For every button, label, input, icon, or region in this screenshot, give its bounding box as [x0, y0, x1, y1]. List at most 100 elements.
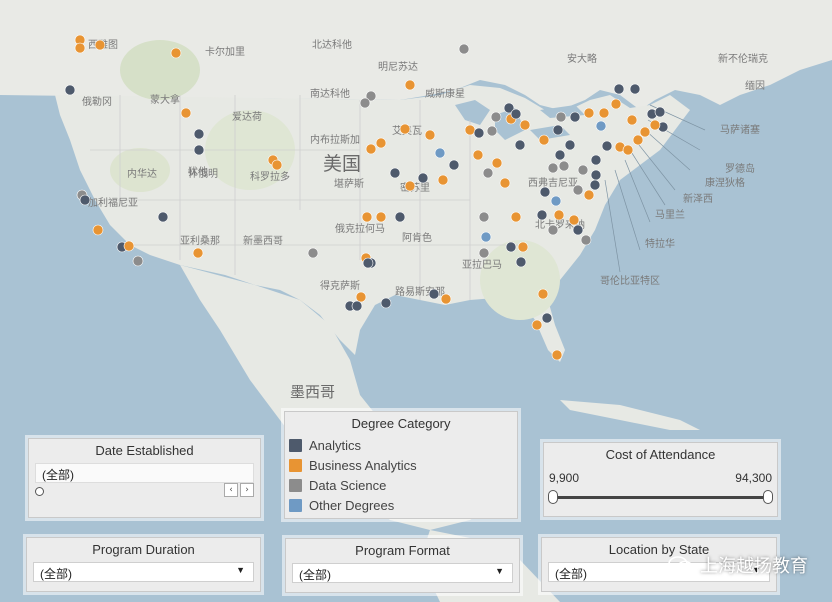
school-marker[interactable]	[74, 42, 86, 54]
school-marker[interactable]	[193, 144, 205, 156]
school-marker[interactable]	[94, 39, 106, 51]
school-marker[interactable]	[428, 288, 440, 300]
school-marker[interactable]	[547, 224, 559, 236]
school-marker[interactable]	[580, 234, 592, 246]
school-marker[interactable]	[271, 159, 283, 171]
cost-slider-track[interactable]	[554, 496, 767, 499]
school-marker[interactable]	[649, 119, 661, 131]
school-marker[interactable]	[598, 107, 610, 119]
school-marker[interactable]	[654, 106, 666, 118]
school-marker[interactable]	[601, 140, 613, 152]
school-marker[interactable]	[424, 129, 436, 141]
school-marker[interactable]	[505, 241, 517, 253]
school-marker[interactable]	[472, 149, 484, 161]
cost-slider-min-handle[interactable]	[548, 490, 558, 504]
school-marker[interactable]	[552, 124, 564, 136]
school-marker[interactable]	[440, 293, 452, 305]
school-marker[interactable]	[132, 255, 144, 267]
school-marker[interactable]	[365, 143, 377, 155]
legend-item-business-analytics[interactable]: Business Analytics	[289, 455, 517, 475]
school-marker[interactable]	[569, 111, 581, 123]
school-marker[interactable]	[79, 194, 91, 206]
school-marker[interactable]	[362, 257, 374, 269]
school-marker[interactable]	[537, 288, 549, 300]
school-marker[interactable]	[64, 84, 76, 96]
school-marker[interactable]	[499, 177, 511, 189]
school-marker[interactable]	[531, 319, 543, 331]
school-marker[interactable]	[577, 164, 589, 176]
school-marker[interactable]	[486, 125, 498, 137]
school-marker[interactable]	[482, 167, 494, 179]
school-marker[interactable]	[610, 98, 622, 110]
cost-slider-max-handle[interactable]	[763, 490, 773, 504]
school-marker[interactable]	[536, 209, 548, 221]
school-marker[interactable]	[361, 211, 373, 223]
school-marker[interactable]	[123, 240, 135, 252]
school-marker[interactable]	[583, 189, 595, 201]
school-marker[interactable]	[92, 224, 104, 236]
school-marker[interactable]	[375, 137, 387, 149]
date-established-value[interactable]: (全部)	[35, 463, 254, 483]
school-marker[interactable]	[583, 107, 595, 119]
school-marker[interactable]	[359, 97, 371, 109]
school-marker[interactable]	[355, 291, 367, 303]
school-marker[interactable]	[351, 300, 363, 312]
program-format-select[interactable]: (全部) ▼	[292, 563, 513, 583]
school-marker[interactable]	[555, 111, 567, 123]
school-marker[interactable]	[550, 195, 562, 207]
program-duration-select[interactable]: (全部) ▼	[33, 562, 254, 582]
slider-radio-icon[interactable]	[35, 487, 44, 496]
school-marker[interactable]	[464, 124, 476, 136]
school-marker[interactable]	[547, 162, 559, 174]
school-marker[interactable]	[553, 209, 565, 221]
school-marker[interactable]	[541, 312, 553, 324]
school-marker[interactable]	[434, 147, 446, 159]
school-marker[interactable]	[589, 179, 601, 191]
school-marker[interactable]	[554, 149, 566, 161]
school-marker[interactable]	[480, 231, 492, 243]
legend-item-data-science[interactable]: Data Science	[289, 475, 517, 495]
school-marker[interactable]	[514, 139, 526, 151]
school-marker[interactable]	[590, 169, 602, 181]
school-marker[interactable]	[629, 83, 641, 95]
school-marker[interactable]	[538, 134, 550, 146]
school-marker[interactable]	[517, 241, 529, 253]
school-marker[interactable]	[170, 47, 182, 59]
school-marker[interactable]	[590, 154, 602, 166]
school-marker[interactable]	[490, 111, 502, 123]
school-marker[interactable]	[437, 174, 449, 186]
school-marker[interactable]	[515, 256, 527, 268]
school-marker[interactable]	[478, 247, 490, 259]
school-marker[interactable]	[473, 127, 485, 139]
school-marker[interactable]	[564, 139, 576, 151]
school-marker[interactable]	[458, 43, 470, 55]
school-marker[interactable]	[404, 79, 416, 91]
school-marker[interactable]	[519, 119, 531, 131]
prev-arrow-icon[interactable]: ‹	[224, 483, 238, 497]
school-marker[interactable]	[622, 144, 634, 156]
school-marker[interactable]	[568, 214, 580, 226]
school-marker[interactable]	[626, 114, 638, 126]
school-marker[interactable]	[375, 211, 387, 223]
school-marker[interactable]	[380, 297, 392, 309]
school-marker[interactable]	[639, 126, 651, 138]
school-marker[interactable]	[551, 349, 563, 361]
school-marker[interactable]	[180, 107, 192, 119]
school-marker[interactable]	[595, 120, 607, 132]
school-marker[interactable]	[539, 186, 551, 198]
school-marker[interactable]	[157, 211, 169, 223]
legend-item-other-degrees[interactable]: Other Degrees	[289, 495, 517, 515]
school-marker[interactable]	[307, 247, 319, 259]
school-marker[interactable]	[404, 180, 416, 192]
school-marker[interactable]	[491, 157, 503, 169]
school-marker[interactable]	[448, 159, 460, 171]
school-marker[interactable]	[478, 211, 490, 223]
school-marker[interactable]	[510, 211, 522, 223]
school-marker[interactable]	[510, 108, 522, 120]
school-marker[interactable]	[394, 211, 406, 223]
school-marker[interactable]	[558, 160, 570, 172]
school-marker[interactable]	[192, 247, 204, 259]
school-marker[interactable]	[572, 224, 584, 236]
school-marker[interactable]	[399, 123, 411, 135]
school-marker[interactable]	[613, 83, 625, 95]
